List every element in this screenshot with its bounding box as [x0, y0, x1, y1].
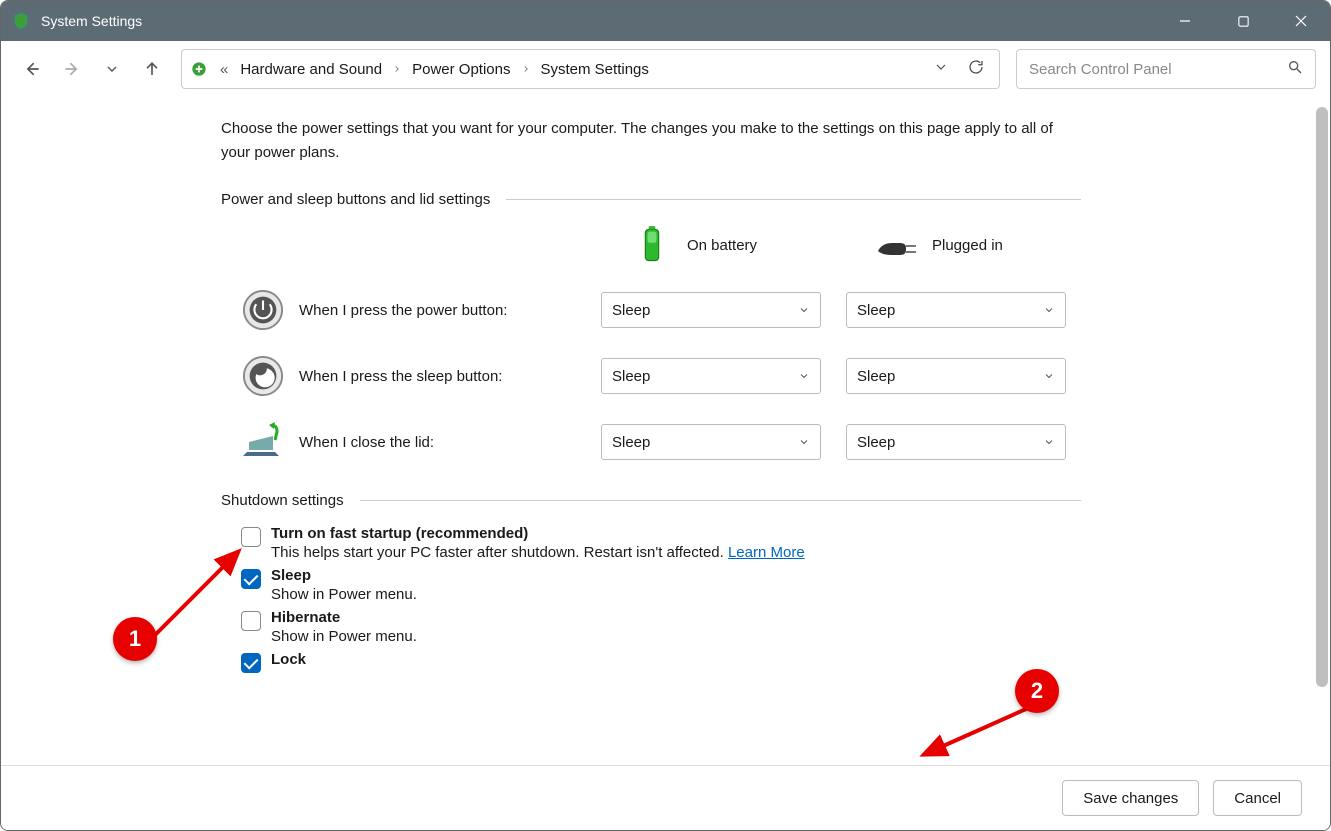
checkbox-lock[interactable] — [241, 653, 261, 673]
search-box[interactable] — [1016, 49, 1316, 89]
app-shield-icon — [11, 11, 31, 31]
laptop-lid-icon — [241, 420, 285, 464]
col-header-battery: On battery — [601, 224, 846, 266]
checkbox-sleep[interactable] — [241, 569, 261, 589]
dropdown-lid-battery[interactable]: Sleep — [601, 424, 821, 460]
breadcrumb[interactable]: « Hardware and Sound Power Options Syste… — [181, 49, 1000, 89]
search-input[interactable] — [1029, 61, 1287, 78]
titlebar: System Settings — [1, 1, 1330, 41]
search-icon[interactable] — [1287, 59, 1303, 79]
cancel-button[interactable]: Cancel — [1213, 780, 1302, 816]
breadcrumb-item[interactable]: Power Options — [408, 61, 514, 78]
breadcrumb-dropdown-button[interactable] — [933, 59, 949, 79]
chevron-right-icon[interactable] — [519, 64, 533, 74]
row-power-button: When I press the power button: — [241, 288, 601, 332]
up-button[interactable] — [135, 52, 169, 86]
save-button[interactable]: Save changes — [1062, 780, 1199, 816]
dropdown-power-battery[interactable]: Sleep — [601, 292, 821, 328]
section-header-shutdown: Shutdown settings — [221, 492, 1081, 509]
checkbox-hibernate[interactable] — [241, 611, 261, 631]
navbar: « Hardware and Sound Power Options Syste… — [1, 41, 1330, 97]
control-panel-icon — [188, 58, 210, 80]
plug-icon — [876, 224, 918, 266]
bottom-bar: Save changes Cancel — [1, 765, 1330, 830]
window-title: System Settings — [41, 13, 1156, 29]
check-lock: Lock — [241, 651, 1312, 673]
recent-locations-button[interactable] — [95, 52, 129, 86]
dropdown-power-plugged[interactable]: Sleep — [846, 292, 1066, 328]
refresh-button[interactable] — [967, 58, 985, 80]
dropdown-sleep-plugged[interactable]: Sleep — [846, 358, 1066, 394]
close-button[interactable] — [1272, 1, 1330, 41]
back-button[interactable] — [15, 52, 49, 86]
dropdown-lid-plugged[interactable]: Sleep — [846, 424, 1066, 460]
forward-button[interactable] — [55, 52, 89, 86]
scrollbar-thumb[interactable] — [1316, 107, 1328, 687]
learn-more-link[interactable]: Learn More — [728, 544, 805, 561]
maximize-button[interactable] — [1214, 1, 1272, 41]
check-fast-startup: Turn on fast startup (recommended) This … — [241, 525, 1312, 561]
check-hibernate: Hibernate Show in Power menu. — [241, 609, 1312, 645]
annotation-bubble-2: 2 — [1015, 669, 1059, 713]
row-close-lid: When I close the lid: — [241, 420, 601, 464]
sleep-button-icon — [241, 354, 285, 398]
check-sleep: Sleep Show in Power menu. — [241, 567, 1312, 603]
chevron-right-icon[interactable] — [390, 64, 404, 74]
breadcrumb-item[interactable]: System Settings — [537, 61, 653, 78]
minimize-button[interactable] — [1156, 1, 1214, 41]
col-header-plugged: Plugged in — [846, 224, 1091, 266]
annotation-bubble-1: 1 — [113, 617, 157, 661]
power-button-icon — [241, 288, 285, 332]
content-area: Choose the power settings that you want … — [1, 97, 1312, 765]
breadcrumb-item[interactable]: Hardware and Sound — [236, 61, 386, 78]
checkbox-fast-startup[interactable] — [241, 527, 261, 547]
intro-text: Choose the power settings that you want … — [221, 117, 1081, 165]
row-sleep-button: When I press the sleep button: — [241, 354, 601, 398]
section-header-buttons-lid: Power and sleep buttons and lid settings — [221, 191, 1081, 208]
breadcrumb-overflow[interactable]: « — [216, 61, 232, 78]
dropdown-sleep-battery[interactable]: Sleep — [601, 358, 821, 394]
battery-icon — [631, 224, 673, 266]
